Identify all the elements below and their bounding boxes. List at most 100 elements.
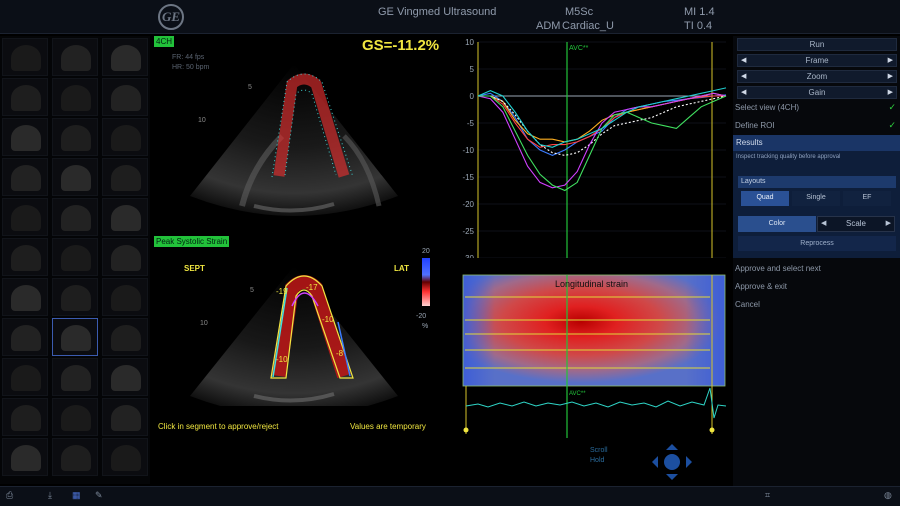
strain-curve-chart[interactable]: 10 5 0 -5 -10 -15 -20 -25 -30 AVC** — [448, 36, 728, 258]
run-button[interactable]: Run — [737, 38, 897, 51]
run-label: Run — [809, 40, 825, 49]
thumbnail[interactable] — [2, 318, 48, 356]
adm-label: ADM — [536, 20, 561, 32]
strain-color-scale — [422, 258, 430, 306]
thumbnail[interactable] — [52, 318, 98, 356]
step-select-view[interactable]: Select view (4CH) — [735, 103, 799, 112]
tool-icon[interactable]: ✎ — [95, 490, 103, 501]
frame-right-icon[interactable]: ▶ — [888, 55, 893, 66]
approve-exit-link[interactable]: Approve & exit — [735, 282, 787, 291]
thumbnail[interactable] — [52, 238, 98, 276]
strain-curve — [478, 95, 727, 192]
thumbnail[interactable] — [102, 438, 148, 476]
color-button[interactable]: Color — [738, 216, 816, 232]
thumbnail[interactable] — [102, 198, 148, 236]
echo-tracking-view[interactable]: 4CH FR: 44 fps HR: 50 bpm GS=-11.2% 5 10 — [154, 36, 444, 236]
download-icon[interactable]: ⤓ — [48, 490, 52, 501]
thumbnail-strip — [0, 36, 150, 484]
strain-map-panel[interactable]: Longitudinal strain AVC** — [448, 268, 728, 438]
layout-ef-button[interactable]: EF — [843, 191, 891, 206]
scale-right-icon[interactable]: ▶ — [886, 217, 891, 231]
echo-image-bottom: -19 -17 -10 -8 -10 5 10 20 -20 % — [190, 248, 430, 406]
strain-curve — [477, 92, 727, 156]
probe-name: M5Sc — [565, 6, 594, 18]
measure-icon[interactable]: ⌗ — [765, 490, 770, 501]
scale-left-icon[interactable]: ◀ — [821, 217, 826, 231]
thumbnail[interactable] — [52, 278, 98, 316]
results-header[interactable]: Results — [733, 135, 900, 151]
y-tick-label: -15 — [462, 173, 474, 182]
thumbnail[interactable] — [52, 198, 98, 236]
scale-min: -20 — [416, 313, 426, 320]
scale-label: Scale — [845, 219, 866, 228]
layout-single-button[interactable]: Single — [792, 191, 840, 206]
y-tick-label: -20 — [462, 200, 474, 209]
cancel-link[interactable]: Cancel — [735, 300, 760, 309]
depth-marker: 10 — [200, 320, 208, 327]
echo-segment-view[interactable]: Peak Systolic Strain SEPT LAT -19 -17 -1… — [154, 236, 444, 436]
echo-image-top: 5 10 — [190, 64, 398, 216]
gain-control[interactable]: ◀ Gain ▶ — [737, 86, 897, 99]
thumbnail[interactable] — [2, 78, 48, 116]
y-tick-label: 5 — [470, 65, 475, 74]
zoom-control[interactable]: ◀ Zoom ▶ — [737, 70, 897, 83]
zoom-right-icon[interactable]: ▶ — [888, 71, 893, 82]
gain-label: Gain — [808, 88, 826, 97]
thumbnail[interactable] — [2, 198, 48, 236]
reprocess-button[interactable]: Reprocess — [738, 236, 896, 251]
thumbnail[interactable] — [2, 278, 48, 316]
chart-y-axis: 10 5 0 -5 -10 -15 -20 -25 -30 — [462, 38, 479, 258]
frame-control[interactable]: ◀ Frame ▶ — [737, 54, 897, 67]
printer-icon[interactable]: ⎙ — [6, 490, 13, 501]
thumbnail[interactable] — [102, 278, 148, 316]
thumbnail[interactable] — [52, 358, 98, 396]
thumbnail[interactable] — [2, 118, 48, 156]
trackball-label-top: Scroll — [590, 447, 608, 454]
thumbnail[interactable] — [2, 38, 48, 76]
step-define-roi[interactable]: Define ROI — [735, 121, 775, 130]
trackball-icon[interactable] — [650, 442, 694, 482]
thumbnail[interactable] — [102, 118, 148, 156]
thumbnail[interactable] — [102, 158, 148, 196]
thumbnail[interactable] — [102, 238, 148, 276]
right-control-panel: Run ◀ Frame ▶ ◀ Zoom ▶ ◀ Gain ▶ Select v… — [733, 36, 900, 486]
thumbnail[interactable] — [2, 398, 48, 436]
archive-icon[interactable]: ▦ — [72, 490, 81, 501]
thumbnail[interactable] — [52, 438, 98, 476]
gain-left-icon[interactable]: ◀ — [741, 87, 746, 98]
zoom-left-icon[interactable]: ◀ — [741, 71, 746, 82]
thumbnail[interactable] — [102, 318, 148, 356]
trackball-label-bottom: Hold — [590, 457, 605, 464]
settings-icon[interactable]: ◍ — [884, 490, 892, 501]
y-tick-label: -25 — [462, 227, 474, 236]
thumbnail[interactable] — [52, 118, 98, 156]
thumbnail[interactable] — [2, 358, 48, 396]
thumbnail[interactable] — [52, 38, 98, 76]
thumbnail[interactable] — [102, 78, 148, 116]
gain-right-icon[interactable]: ▶ — [888, 87, 893, 98]
define-roi-check-icon: ✓ — [888, 120, 896, 130]
thumbnail[interactable] — [2, 238, 48, 276]
scale-control[interactable]: ◀ Scale ▶ — [817, 216, 895, 232]
thumbnail[interactable] — [102, 358, 148, 396]
frame-left-icon[interactable]: ◀ — [741, 55, 746, 66]
top-bar: GE GE Vingmed Ultrasound M5Sc ADM Cardia… — [0, 0, 900, 34]
strain-curve — [478, 95, 727, 156]
y-tick-label: -10 — [462, 146, 474, 155]
layout-quad-button[interactable]: Quad — [741, 191, 789, 206]
approve-next-link[interactable]: Approve and select next — [735, 264, 821, 273]
ecg-trace — [465, 387, 727, 419]
thumbnail[interactable] — [2, 438, 48, 476]
scale-unit: % — [422, 323, 428, 330]
ge-logo: GE — [158, 4, 184, 30]
zoom-label: Zoom — [806, 72, 828, 81]
thumbnail[interactable] — [52, 78, 98, 116]
y-tick-label: -5 — [467, 119, 475, 128]
thumbnail[interactable] — [102, 398, 148, 436]
preset-name: Cardiac_U — [562, 20, 614, 32]
thumbnail[interactable] — [2, 158, 48, 196]
thumbnail[interactable] — [102, 38, 148, 76]
thumbnail[interactable] — [52, 158, 98, 196]
mi-value: MI 1.4 — [684, 6, 715, 18]
thumbnail[interactable] — [52, 398, 98, 436]
